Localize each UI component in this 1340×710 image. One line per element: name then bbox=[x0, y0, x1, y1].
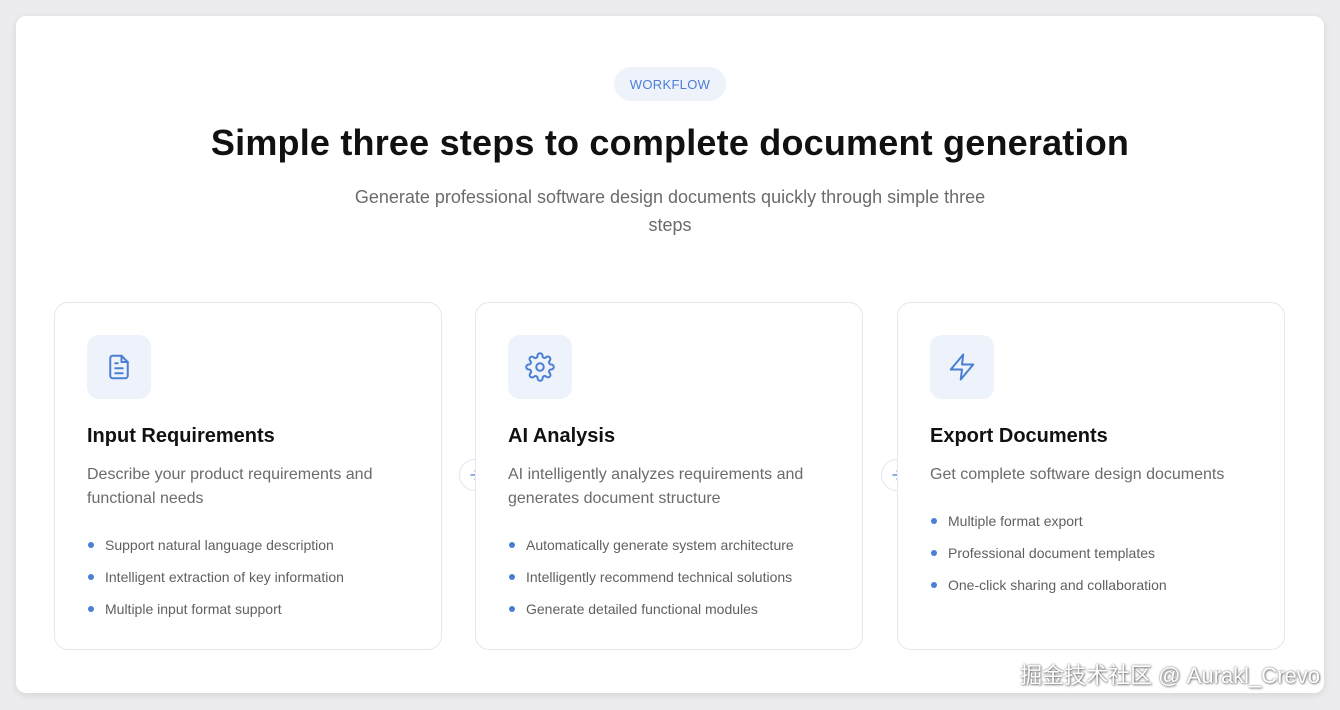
feature-item: Automatically generate system architectu… bbox=[508, 529, 794, 561]
lightning-icon bbox=[930, 335, 994, 399]
gear-icon bbox=[508, 335, 572, 399]
bullet-icon bbox=[88, 606, 94, 612]
bullet-icon bbox=[931, 518, 937, 524]
feature-item: Professional document templates bbox=[930, 537, 1167, 569]
feature-list: Support natural language description Int… bbox=[87, 529, 344, 625]
feature-label: Support natural language description bbox=[105, 537, 334, 553]
feature-label: Professional document templates bbox=[948, 545, 1155, 561]
feature-label: Generate detailed functional modules bbox=[526, 601, 758, 617]
feature-item: Multiple input format support bbox=[87, 593, 344, 625]
step-title: Export Documents bbox=[930, 425, 1108, 447]
watermark: 掘金技术社区 @ Aurakl_Crevo bbox=[1020, 663, 1320, 688]
bullet-icon bbox=[509, 574, 515, 580]
section-title: Simple three steps to complete document … bbox=[210, 122, 1130, 163]
step-description: Get complete software design documents bbox=[930, 466, 1225, 483]
step-card-ai-analysis: AI Analysis AI intelligently analyzes re… bbox=[475, 302, 863, 650]
step-title: AI Analysis bbox=[508, 425, 616, 447]
step-card-input-requirements: Input Requirements Describe your product… bbox=[54, 302, 442, 650]
step-title: Input Requirements bbox=[87, 425, 275, 447]
bullet-icon bbox=[88, 574, 94, 580]
workflow-section: WORKFLOW Simple three steps to complete … bbox=[16, 16, 1324, 693]
document-icon bbox=[87, 335, 151, 399]
feature-item: Intelligent extraction of key informatio… bbox=[87, 561, 344, 593]
section-badge: WORKFLOW bbox=[614, 67, 726, 101]
feature-label: Automatically generate system architectu… bbox=[526, 537, 794, 553]
bullet-icon bbox=[88, 542, 94, 548]
feature-list: Automatically generate system architectu… bbox=[508, 529, 794, 625]
feature-label: Intelligently recommend technical soluti… bbox=[526, 569, 793, 585]
feature-item: Multiple format export bbox=[930, 505, 1167, 537]
feature-label: Multiple format export bbox=[948, 513, 1083, 529]
feature-item: Generate detailed functional modules bbox=[508, 593, 794, 625]
bullet-icon bbox=[931, 550, 937, 556]
feature-item: Support natural language description bbox=[87, 529, 344, 561]
feature-item: Intelligently recommend technical soluti… bbox=[508, 561, 794, 593]
feature-label: One-click sharing and collaboration bbox=[948, 577, 1167, 593]
feature-item: One-click sharing and collaboration bbox=[930, 569, 1167, 601]
bullet-icon bbox=[509, 542, 515, 548]
feature-label: Multiple input format support bbox=[105, 601, 282, 617]
bullet-icon bbox=[931, 582, 937, 588]
feature-list: Multiple format export Professional docu… bbox=[930, 505, 1167, 601]
section-subtitle: Generate professional software design do… bbox=[354, 187, 986, 235]
feature-label: Intelligent extraction of key informatio… bbox=[105, 569, 344, 585]
bullet-icon bbox=[509, 606, 515, 612]
step-card-export-documents: Export Documents Get complete software d… bbox=[897, 302, 1285, 650]
step-description: AI intelligently analyzes requirements a… bbox=[508, 466, 804, 507]
step-description: Describe your product requirements and f… bbox=[87, 466, 373, 507]
